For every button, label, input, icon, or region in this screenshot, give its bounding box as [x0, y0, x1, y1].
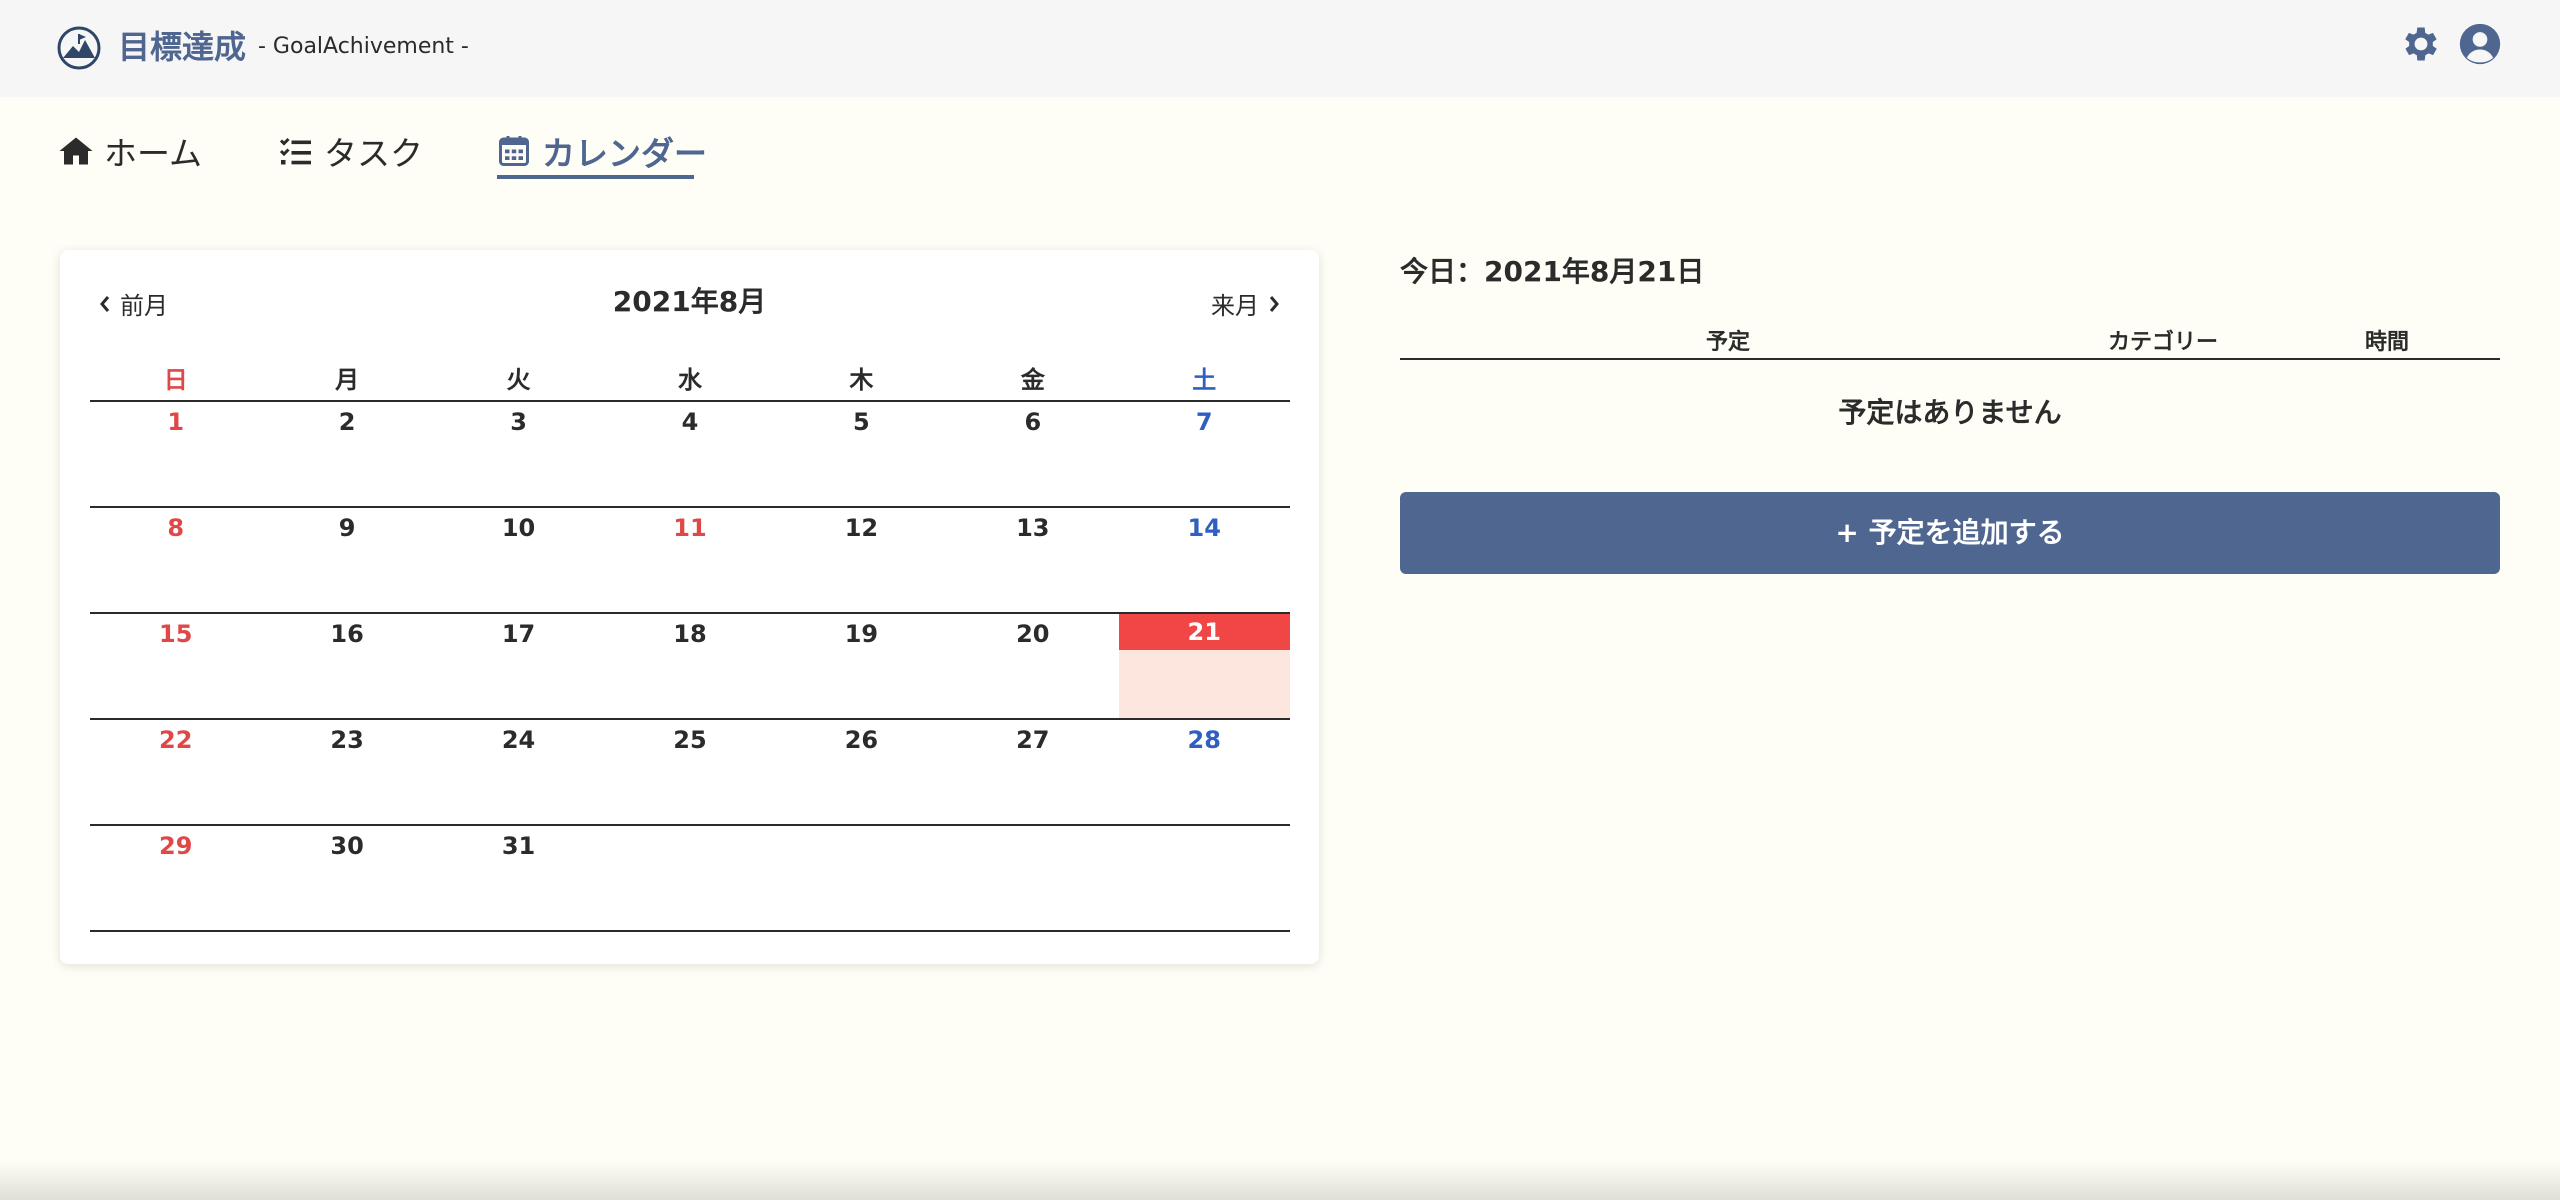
calendar-day[interactable]: 13 [947, 508, 1118, 612]
weekday-fri: 金 [1020, 366, 1045, 394]
user-circle-icon[interactable] [2458, 22, 2502, 66]
calendar-day[interactable]: 30 [261, 826, 432, 930]
calendar-day-holiday[interactable]: 11 [604, 508, 775, 612]
calendar-day[interactable]: 14 [1119, 508, 1290, 612]
calendar-day[interactable]: 31 [433, 826, 604, 930]
calendar-day[interactable]: 1 [90, 402, 261, 506]
weekday-sun: 日 [163, 366, 188, 394]
calendar-week: 22 23 24 25 26 27 28 [90, 720, 1290, 826]
calendar-grid: 日 月 火 水 木 金 土 1 2 3 4 5 6 7 8 9 10 11 12… [90, 362, 1290, 932]
calendar-day-today[interactable]: 21 [1118, 614, 1290, 718]
app-header: 目標達成 - GoalAchivement - [0, 0, 2560, 97]
calendar-day-empty [604, 826, 775, 930]
mountain-logo-icon[interactable] [57, 26, 101, 70]
home-icon [59, 137, 93, 165]
weekday-sat: 土 [1192, 366, 1217, 394]
schedule-table-header: 予定 カテゴリー 時間 [1400, 322, 2500, 360]
calendar-day[interactable]: 28 [1119, 720, 1290, 824]
calendar-day[interactable]: 24 [433, 720, 604, 824]
calendar-week: 15 16 17 18 19 20 21 [90, 614, 1290, 720]
calendar-day[interactable]: 15 [90, 614, 261, 718]
calendar-icon [499, 136, 529, 166]
column-header-time: 時間 [2365, 330, 2410, 355]
calendar-day[interactable]: 29 [90, 826, 261, 930]
active-tab-indicator [497, 175, 694, 179]
weekday-tue: 火 [506, 366, 531, 394]
weekday-thu: 木 [849, 366, 874, 394]
calendar-day[interactable]: 3 [433, 402, 604, 506]
nav-home-label: ホーム [104, 134, 203, 173]
weekday-header: 日 月 火 水 木 金 土 [90, 362, 1290, 402]
calendar-day[interactable]: 16 [261, 614, 432, 718]
calendar-day[interactable]: 19 [776, 614, 947, 718]
calendar-day-empty [1119, 826, 1290, 930]
nav-task-label: タスク [324, 134, 423, 173]
calendar-day[interactable]: 10 [433, 508, 604, 612]
calendar-day[interactable]: 8 [90, 508, 261, 612]
calendar-day[interactable]: 18 [604, 614, 775, 718]
weekday-wed: 水 [677, 366, 702, 394]
calendar-day[interactable]: 9 [261, 508, 432, 612]
calendar-day[interactable]: 7 [1119, 402, 1290, 506]
weekday-mon: 月 [335, 366, 360, 394]
calendar-week: 8 9 10 11 12 13 14 [90, 508, 1290, 614]
calendar-week: 29 30 31 [90, 826, 1290, 932]
app-subtitle: - GoalAchivement - [258, 34, 469, 59]
month-title: 2021年8月 [612, 285, 767, 318]
empty-schedule-message: 予定はありません [1838, 396, 2062, 429]
nav-calendar[interactable]: カレンダー [496, 126, 707, 176]
calendar-day[interactable]: 27 [947, 720, 1118, 824]
column-header-plan: 予定 [1706, 330, 1751, 355]
calendar-week: 1 2 3 4 5 6 7 [90, 402, 1290, 508]
calendar-day-empty [776, 826, 947, 930]
nav-home[interactable]: ホーム [58, 126, 202, 176]
gear-icon[interactable] [2399, 22, 2443, 66]
calendar-day-empty [947, 826, 1118, 930]
calendar-day[interactable]: 2 [261, 402, 432, 506]
chevron-right-icon [1269, 295, 1279, 312]
app-title: 目標達成 [118, 28, 247, 66]
column-header-category: カテゴリー [2108, 330, 2219, 355]
calendar-day[interactable]: 12 [776, 508, 947, 612]
next-month-label: 来月 [1211, 292, 1259, 320]
calendar-day[interactable]: 26 [776, 720, 947, 824]
calendar-day[interactable]: 22 [90, 720, 261, 824]
bottom-shadow [0, 1160, 2560, 1200]
add-schedule-button[interactable]: + 予定を追加する [1400, 492, 2500, 574]
nav-task[interactable]: タスク [278, 126, 423, 176]
calendar-day[interactable]: 17 [433, 614, 604, 718]
calendar-day[interactable]: 23 [261, 720, 432, 824]
calendar-day[interactable]: 4 [604, 402, 775, 506]
today-date-label: 今日：2021年8月21日 [1400, 255, 1705, 288]
calendar-card: 前月 2021年8月 来月 日 月 火 水 木 金 土 1 2 3 4 5 6 … [60, 250, 1319, 964]
task-list-icon [279, 137, 311, 165]
calendar-day[interactable]: 6 [947, 402, 1118, 506]
calendar-day[interactable]: 20 [947, 614, 1118, 718]
next-month-button[interactable]: 来月 [1211, 286, 1281, 321]
calendar-day[interactable]: 25 [604, 720, 775, 824]
calendar-day[interactable]: 5 [776, 402, 947, 506]
nav-calendar-label: カレンダー [542, 134, 707, 173]
